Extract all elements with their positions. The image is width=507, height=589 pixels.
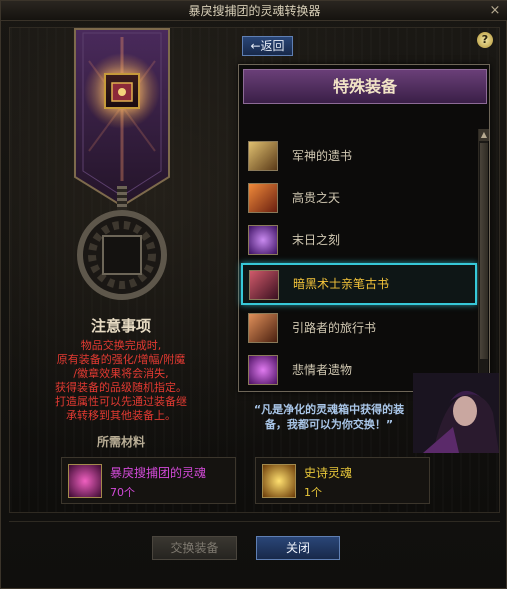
footer-divider (9, 521, 500, 522)
exchange-button[interactable]: 交换装备 (152, 536, 237, 560)
equipment-item-1[interactable]: 高贵之天 (243, 179, 475, 217)
red-book-icon (248, 183, 278, 213)
equipment-label: 暗黑术士亲笔古书 (293, 277, 390, 291)
dropdown-header: 特殊装备 (243, 69, 487, 104)
notice-line: 获得装备的品级随机指定。 (55, 381, 187, 394)
close-button[interactable]: 关闭 (256, 536, 340, 560)
dropdown-scrollbar[interactable]: ▲ ▼ (478, 129, 489, 389)
soul-converter-window: 暴戾搜捕团的灵魂转换器 × 注意事项 物品交换完成时, 原有装备的强化/增幅/附… (0, 0, 507, 589)
material-count: 70个 (110, 486, 135, 499)
back-arrow-icon: ← (250, 39, 261, 53)
dark-tome-icon (249, 270, 279, 300)
notice-line: 承转移到其他装备上。 (66, 409, 176, 422)
banner-chain (117, 186, 127, 210)
travel-book-icon (248, 313, 278, 343)
back-label: 返回 (260, 39, 285, 53)
equipment-list: 军神的遗书 高贵之天 末日之刻 暗黑术士亲笔古书 引路者的旅行书 悲情者遗物 (241, 129, 477, 389)
equipment-label: 末日之刻 (292, 233, 341, 247)
source-item-slot[interactable] (104, 73, 140, 109)
notice-line: 原有装备的强化/增幅/附魔 (56, 353, 186, 366)
scroll-blade-icon (248, 141, 278, 171)
epic-soul-icon (262, 464, 296, 498)
dark-tome-icon (111, 82, 133, 102)
dark-soul-icon (68, 464, 102, 498)
scroll-up-icon[interactable]: ▲ (479, 129, 489, 141)
equipment-label: 军神的遗书 (292, 149, 353, 163)
notice-line: 物品交换完成时, (80, 339, 162, 352)
material-count: 1个 (304, 486, 322, 499)
equipment-item-2[interactable]: 末日之刻 (243, 221, 475, 259)
material-dark-soul: 暴戾搜捕团的灵魂 70个 (61, 457, 236, 504)
material-name: 史诗灵魂 (304, 466, 353, 480)
notice-title: 注意事项 (90, 317, 151, 335)
help-icon[interactable]: ? (477, 32, 493, 48)
target-item-slot[interactable] (102, 235, 142, 275)
equipment-label: 悲情者遗物 (292, 363, 353, 377)
notice-line: 打造属性可以先通过装备继 (55, 395, 187, 408)
required-materials-label: 所需材料 (96, 435, 145, 449)
notice-text: 物品交换完成时, 原有装备的强化/增幅/附魔 /徽章效果将会消失, 获得装备的品… (33, 339, 209, 423)
scroll-thumb[interactable] (480, 143, 488, 359)
equipment-label: 引路者的旅行书 (292, 321, 377, 335)
equipment-item-0[interactable]: 军神的遗书 (243, 137, 475, 175)
notice-line: /徽章效果将会消失, (73, 367, 169, 380)
equipment-label: 高贵之天 (292, 191, 341, 205)
npc-quote: “凡是净化的灵魂箱中获得的装备，我都可以为你交换！” (253, 403, 405, 431)
relic-orb-icon (248, 355, 278, 385)
material-epic-soul: 史诗灵魂 1个 (255, 457, 430, 504)
equipment-item-4[interactable]: 引路者的旅行书 (243, 309, 475, 347)
purple-orb-icon (248, 225, 278, 255)
material-name: 暴戾搜捕团的灵魂 (110, 466, 207, 480)
special-equipment-dropdown: 特殊装备 军神的遗书 高贵之天 末日之刻 暗黑术士亲笔古书 引路者的旅行书 悲情… (238, 64, 490, 392)
equipment-item-3[interactable]: 暗黑术士亲笔古书 (241, 263, 477, 305)
back-button[interactable]: ←返回 (242, 36, 293, 56)
npc-portrait (413, 373, 499, 453)
